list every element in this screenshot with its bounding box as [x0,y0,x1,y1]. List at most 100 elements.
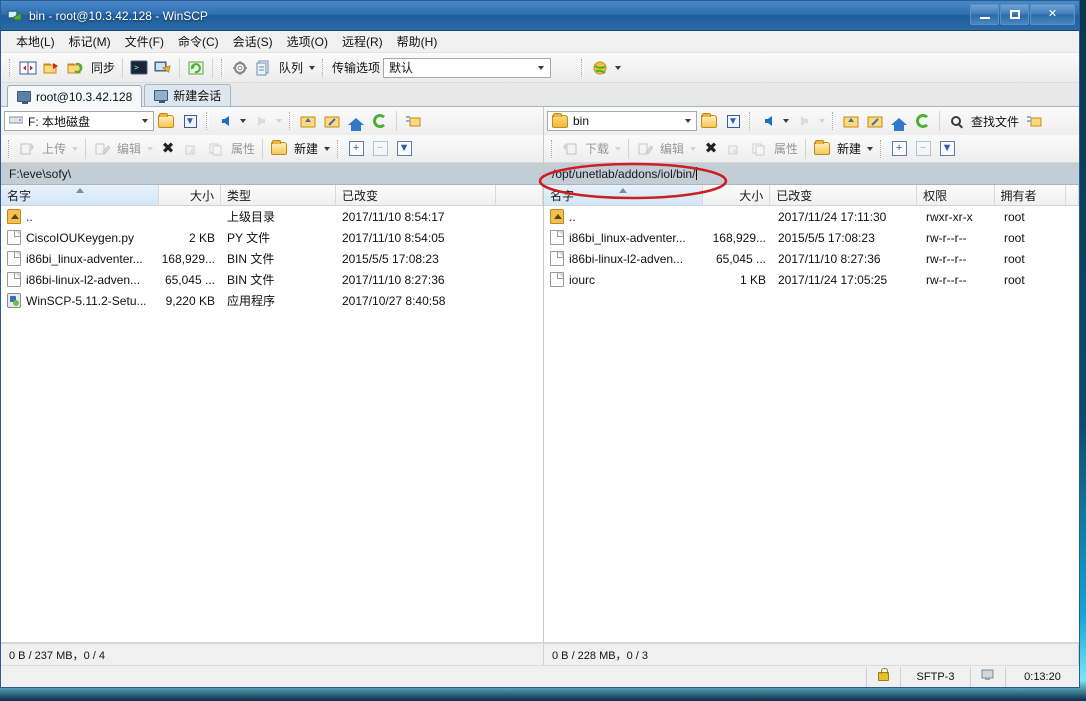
console-icon[interactable]: > [127,56,151,80]
deselect-icon-remote[interactable]: − [911,137,935,161]
table-row[interactable]: i86bi_linux-adventer... 168,929... 2015/… [544,227,1079,248]
protocol-status[interactable]: SFTP-3 [900,666,970,687]
table-row[interactable]: .. 上级目录 2017/11/10 8:54:17 [1,206,543,227]
local-bookmark-icon[interactable] [401,109,425,133]
transfer-options-combo[interactable]: 默认 [383,57,552,78]
local-parent-directory-icon[interactable] [296,109,320,133]
new-folder-icon-local[interactable] [267,137,291,161]
copy-icon-remote[interactable] [747,137,771,161]
local-filter-icon[interactable]: ▼ [178,109,202,133]
globe-icon[interactable] [588,56,612,80]
local-header-type[interactable]: 类型 [221,185,336,205]
upload-caret[interactable] [72,146,79,151]
download-caret[interactable] [615,146,622,151]
remote-forward-caret[interactable] [819,119,825,123]
deselect-icon-local[interactable]: − [368,137,392,161]
selection-filter-icon-local[interactable]: ▼ [392,137,416,161]
edit-label-remote[interactable]: 编辑 [657,140,687,157]
table-row[interactable]: CiscoIOUKeygen.py 2 KB PY 文件 2017/11/10 … [1,227,543,248]
remote-dir-combo[interactable]: bin [547,111,697,131]
duplicate-icon-remote[interactable] [723,137,747,161]
local-back-caret[interactable] [240,119,246,123]
menu-options[interactable]: 选项(O) [280,31,335,52]
menu-command[interactable]: 命令(C) [171,31,226,52]
remote-file-list[interactable]: .. 2017/11/24 17:11:30 rwxr-xr-x root i8… [544,206,1079,643]
local-row-2-name[interactable]: i86bi_linux-adventer... [1,251,159,266]
new-caret-remote[interactable] [867,146,874,151]
queue-icon[interactable] [252,56,276,80]
menu-remote[interactable]: 远程(R) [335,31,390,52]
remote-dir-caret[interactable] [685,119,691,123]
upload-label[interactable]: 上传 [39,140,69,157]
select-all-icon-remote[interactable]: + [887,137,911,161]
find-files-icon[interactable] [944,109,968,133]
edit-icon-local[interactable] [90,137,114,161]
synchronize-icon[interactable] [64,56,88,80]
local-header-size[interactable]: 大小 [159,185,221,205]
local-forward-icon[interactable] [249,109,273,133]
properties-label-remote[interactable]: 属性 [771,140,801,157]
remote-forward-icon[interactable] [792,109,816,133]
maximize-button[interactable] [1000,4,1029,25]
delete-icon-local[interactable]: ✖ [156,137,180,161]
remote-back-caret[interactable] [783,119,789,123]
globe-dropdown-caret[interactable] [615,65,622,70]
refresh-icon[interactable] [184,56,208,80]
keep-remote-dir-up-to-date-icon[interactable] [40,56,64,80]
local-row-0-name[interactable]: .. [1,209,159,224]
table-row[interactable]: .. 2017/11/24 17:11:30 rwxr-xr-x root [544,206,1079,227]
remote-path-bar[interactable]: /opt/unetlab/addons/iol/bin/ [544,163,1079,185]
local-refresh-icon[interactable] [368,109,392,133]
download-label[interactable]: 下载 [582,140,612,157]
table-row[interactable]: i86bi-linux-l2-adven... 65,045 ... 2017/… [544,248,1079,269]
properties-label-local[interactable]: 属性 [228,140,258,157]
session-duration[interactable]: 0:13:20 [1005,666,1079,687]
minimize-button[interactable] [970,4,999,25]
remote-bookmark-icon[interactable] [1022,109,1046,133]
close-button[interactable]: ✕ [1030,4,1075,25]
remote-row-3-name[interactable]: iourc [544,272,704,287]
remote-header-size[interactable]: 大小 [703,185,771,205]
table-row[interactable]: WinSCP-5.11.2-Setu... 9,220 KB 应用程序 2017… [1,290,543,311]
table-row[interactable]: i86bi-linux-l2-adven... 65,045 ... BIN 文… [1,269,543,290]
local-row-3-name[interactable]: i86bi-linux-l2-adven... [1,272,159,287]
remote-filter-icon[interactable]: ▼ [721,109,745,133]
select-all-icon-local[interactable]: + [344,137,368,161]
edit-caret-remote[interactable] [690,146,697,151]
copy-icon-local[interactable] [204,137,228,161]
remote-row-1-name[interactable]: i86bi_linux-adventer... [544,230,704,245]
menu-session[interactable]: 会话(S) [226,31,280,52]
remote-header-owner[interactable]: 拥有者 [995,185,1066,205]
local-header-name[interactable]: 名字 [1,185,159,205]
local-file-list[interactable]: .. 上级目录 2017/11/10 8:54:17 CiscoIOUKeyge… [1,206,543,643]
local-forward-caret[interactable] [276,119,282,123]
delete-icon-remote[interactable]: ✖ [699,137,723,161]
encryption-status[interactable] [866,666,900,687]
remote-row-2-name[interactable]: i86bi-linux-l2-adven... [544,251,704,266]
connection-status[interactable] [970,666,1005,687]
local-back-icon[interactable] [213,109,237,133]
local-open-directory-icon[interactable] [154,109,178,133]
new-label-remote[interactable]: 新建 [834,140,864,157]
remote-header-name[interactable]: 名字 [544,185,703,205]
local-home-icon[interactable] [344,109,368,133]
session-tab-active[interactable]: root@10.3.42.128 [7,85,143,107]
duplicate-icon-local[interactable] [180,137,204,161]
gear-icon[interactable] [228,56,252,80]
new-label-local[interactable]: 新建 [291,140,321,157]
remote-parent-directory-icon[interactable] [839,109,863,133]
sync-label[interactable]: 同步 [88,59,118,76]
remote-row-0-name[interactable]: .. [544,209,704,224]
queue-label[interactable]: 队列 [276,59,306,76]
menu-local[interactable]: 本地(L) [9,31,62,52]
local-drive-caret[interactable] [142,119,148,123]
transfer-options-caret[interactable] [538,65,545,70]
selection-filter-icon-remote[interactable]: ▼ [935,137,959,161]
download-icon[interactable] [558,137,582,161]
edit-caret-local[interactable] [147,146,154,151]
menu-help[interactable]: 帮助(H) [390,31,445,52]
remote-open-directory-icon[interactable] [697,109,721,133]
local-root-directory-icon[interactable] [320,109,344,133]
new-caret-local[interactable] [324,146,331,151]
remote-root-directory-icon[interactable] [863,109,887,133]
